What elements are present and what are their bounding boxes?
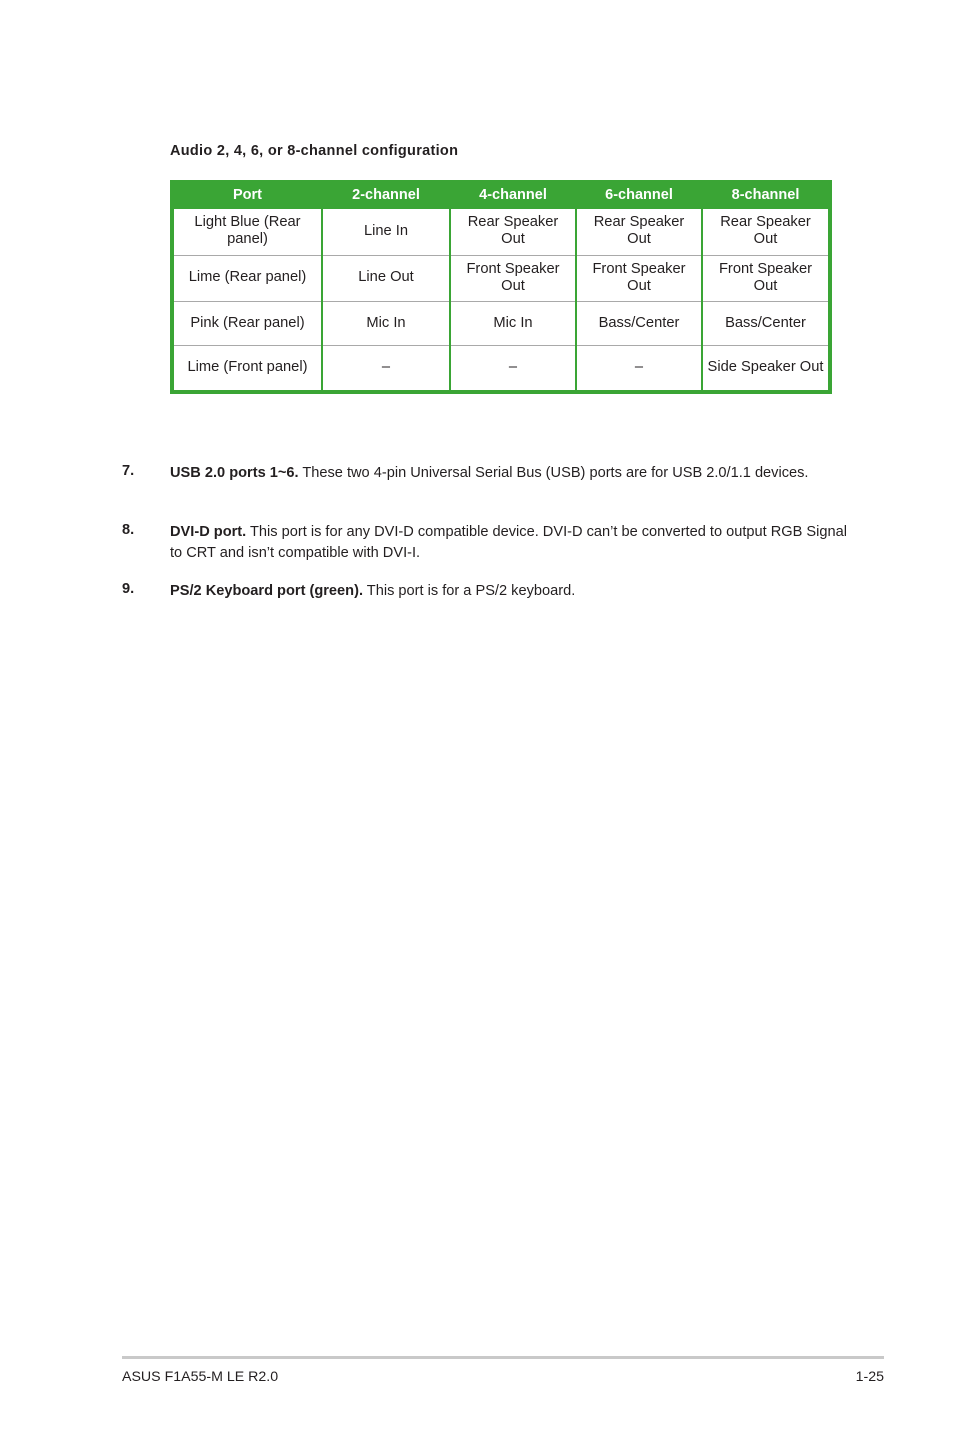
cell-8-channel: Bass/Center <box>702 301 828 346</box>
footer-product-name: ASUS F1A55-M LE R2.0 <box>122 1369 279 1385</box>
table-row: Pink (Rear panel) Mic In Mic In Bass/Cen… <box>174 301 828 346</box>
list-item-body: USB 2.0 ports 1~6. These two 4-pin Unive… <box>170 463 862 484</box>
list-item-title: PS/2 Keyboard port (green). <box>170 583 363 599</box>
cell-4-channel: – <box>450 345 577 390</box>
list-item-number: 9. <box>122 581 135 597</box>
list-item-8: 8. DVI-D port. This port is for any DVI-… <box>122 522 862 565</box>
cell-port: Lime (Front panel) <box>174 345 323 390</box>
section-heading: Audio 2, 4, 6, or 8-channel configuratio… <box>170 143 459 159</box>
table-row: Lime (Front panel) – – – Side Speaker Ou… <box>174 345 828 390</box>
list-item-title: DVI-D port. <box>170 524 247 540</box>
list-item-body: PS/2 Keyboard port (green). This port is… <box>170 581 862 602</box>
list-item-number: 7. <box>122 463 135 479</box>
column-header-4-channel: 4-channel <box>450 184 577 209</box>
cell-port: Lime (Rear panel) <box>174 254 323 302</box>
audio-configuration-table: Port 2-channel 4-channel 6-channel 8-cha… <box>170 180 832 394</box>
table-row: Light Blue (Rear panel) Line In Rear Spe… <box>174 208 828 256</box>
list-item-title: USB 2.0 ports 1~6. <box>170 465 299 481</box>
cell-4-channel: Rear Speaker Out <box>450 208 577 256</box>
column-header-6-channel: 6-channel <box>576 184 703 209</box>
list-item-text: This port is for a PS/2 keyboard. <box>363 583 576 599</box>
column-header-8-channel: 8-channel <box>702 184 828 209</box>
cell-6-channel: – <box>576 345 703 390</box>
list-item-9: 9. PS/2 Keyboard port (green). This port… <box>122 581 862 602</box>
cell-4-channel: Front Speaker Out <box>450 254 577 302</box>
cell-6-channel: Rear Speaker Out <box>576 208 703 256</box>
footer-page-number: 1-25 <box>855 1369 884 1385</box>
cell-6-channel: Front Speaker Out <box>576 254 703 302</box>
list-item-7: 7. USB 2.0 ports 1~6. These two 4-pin Un… <box>122 463 862 484</box>
cell-2-channel: Line Out <box>322 254 451 302</box>
cell-8-channel: Side Speaker Out <box>702 345 828 390</box>
cell-8-channel: Rear Speaker Out <box>720 213 811 248</box>
table-row: Lime (Rear panel) Line Out Front Speaker… <box>174 254 828 302</box>
column-header-port: Port <box>174 184 323 209</box>
list-item-text: This port is for any DVI-D compatible de… <box>170 524 847 562</box>
footer-divider <box>122 1356 884 1359</box>
cell-2-channel: Mic In <box>322 301 451 346</box>
cell-8-channel: Front Speaker Out <box>702 254 828 302</box>
cell-port: Light Blue (Rear panel) <box>174 208 323 256</box>
column-header-2-channel: 2-channel <box>322 184 451 209</box>
cell-4-channel: Mic In <box>450 301 577 346</box>
cell-6-channel: Bass/Center <box>576 301 703 346</box>
list-item-text: These two 4-pin Universal Serial Bus (US… <box>298 465 809 481</box>
document-page: Audio 2, 4, 6, or 8-channel configuratio… <box>0 0 954 1438</box>
cell-port: Pink (Rear panel) <box>174 301 323 346</box>
cell-2-channel: Line In <box>322 208 451 256</box>
cell-2-channel: – <box>322 345 451 390</box>
list-item-number: 8. <box>122 522 135 538</box>
table-header-row: Port 2-channel 4-channel 6-channel 8-cha… <box>174 184 828 209</box>
list-item-body: DVI-D port. This port is for any DVI-D c… <box>170 522 862 565</box>
